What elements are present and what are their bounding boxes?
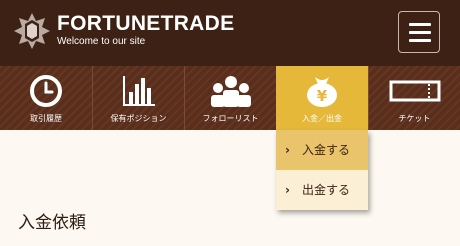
nav-label: 入金／出金: [302, 114, 342, 123]
nav-item-ticket[interactable]: チケット: [368, 66, 460, 130]
people-icon: [210, 76, 251, 107]
clock-icon: [30, 75, 62, 107]
nav-item-follow-list[interactable]: フォローリスト: [184, 66, 276, 130]
brand-tagline: Welcome to our site: [57, 36, 146, 47]
nav-label: チケット: [398, 114, 431, 123]
compass-star-icon: [14, 13, 50, 49]
nav-item-deposit-withdraw[interactable]: ¥ 入金／出金: [276, 66, 368, 130]
dropdown-item-label: 入金する: [302, 143, 351, 157]
brand-name: FORTUNETRADE: [57, 12, 235, 35]
ticket-icon: [389, 80, 440, 102]
yen-bag-icon: ¥: [307, 77, 337, 107]
hamburger-menu-icon: [409, 23, 431, 26]
bar-chart-icon: [122, 76, 155, 106]
nav-label: 取引履歴: [30, 114, 62, 123]
hamburger-menu-bar: [409, 39, 431, 42]
nav-label: 保有ポジション: [110, 114, 167, 123]
dropdown-item-deposit[interactable]: › 入金する: [276, 130, 368, 170]
nav-label: フォローリスト: [202, 114, 259, 123]
hamburger-menu-bar: [409, 31, 431, 34]
chevron-right-icon: ›: [285, 143, 290, 157]
dropdown-item-label: 出金する: [302, 183, 351, 197]
hamburger-menu-button[interactable]: [398, 11, 440, 53]
main-nav: 取引履歴 保有ポジション フォローリスト ¥ 入金／出金 チケット: [0, 66, 460, 130]
chevron-right-icon: ›: [285, 183, 290, 197]
page-title: 入金依頼: [18, 213, 86, 233]
nav-item-trade-history[interactable]: 取引履歴: [0, 66, 92, 130]
site-header: FORTUNETRADE Welcome to our site: [0, 0, 460, 66]
dropdown-item-withdraw[interactable]: › 出金する: [276, 170, 368, 210]
svg-text:¥: ¥: [317, 87, 328, 105]
nav-item-positions[interactable]: 保有ポジション: [92, 66, 184, 130]
brand[interactable]: FORTUNETRADE Welcome to our site: [57, 12, 234, 48]
deposit-withdraw-dropdown: › 入金する › 出金する: [276, 130, 368, 210]
